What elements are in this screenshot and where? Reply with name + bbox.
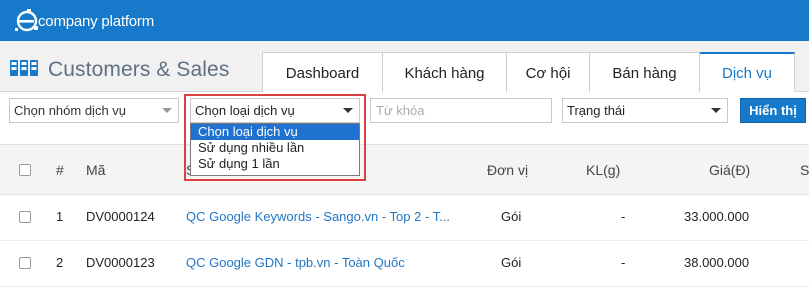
tab-ban-hang[interactable]: Bán hàng	[590, 52, 700, 93]
service-type-dropdown-list: Chọn loại dịch vụ Sử dụng nhiều lần Sử d…	[190, 123, 360, 176]
tab-dich-vu[interactable]: Dịch vụ	[700, 52, 795, 93]
table-row[interactable]: 2 DV0000123 QC Google GDN - tpb.vn - Toà…	[0, 241, 809, 287]
show-button[interactable]: Hiển thị	[740, 98, 806, 123]
dropdown-option[interactable]: Chọn loại dịch vụ	[191, 124, 359, 140]
tab-dashboard[interactable]: Dashboard	[262, 52, 383, 93]
service-group-select[interactable]: Chọn nhóm dịch vụ	[9, 98, 179, 123]
header-price[interactable]: Giá(Đ)	[709, 162, 750, 178]
dropdown-option[interactable]: Sử dụng 1 lần	[191, 156, 359, 172]
row-index: 2	[56, 255, 64, 270]
row-name-link[interactable]: QC Google Keywords - Sango.vn - Top 2 - …	[186, 209, 450, 224]
row-checkbox[interactable]	[19, 257, 31, 269]
chevron-down-icon	[162, 108, 172, 113]
row-price: 33.000.000	[684, 209, 750, 224]
header-extra[interactable]: S	[800, 162, 809, 178]
status-select[interactable]: Trạng thái	[562, 98, 728, 123]
services-table: # Mã S Đơn vị KL(g) Giá(Đ) S 1 DV0000124…	[0, 144, 809, 287]
chevron-down-icon	[343, 108, 353, 113]
chevron-down-icon	[711, 108, 721, 113]
service-type-select-value: Chọn loại dịch vụ	[195, 103, 295, 118]
logo-text: company platform	[38, 12, 155, 30]
module-title: Customers & Sales	[48, 58, 230, 81]
tab-co-hoi[interactable]: Cơ hội	[507, 52, 590, 93]
select-all-checkbox[interactable]	[19, 164, 31, 176]
row-weight: -	[621, 255, 626, 270]
row-name-link[interactable]: QC Google GDN - tpb.vn - Toàn Quốc	[186, 255, 405, 270]
row-weight: -	[621, 209, 626, 224]
header-unit[interactable]: Đơn vị	[487, 162, 528, 178]
status-select-value: Trạng thái	[567, 103, 626, 118]
tab-khach-hang[interactable]: Khách hàng	[383, 52, 507, 93]
module-tabs: Dashboard Khách hàng Cơ hội Bán hàng Dịc…	[262, 52, 795, 93]
table-header: # Mã S Đơn vị KL(g) Giá(Đ) S	[0, 144, 809, 195]
grid-apps-icon	[10, 60, 38, 76]
keyword-input[interactable]: Từ khóa	[370, 98, 552, 123]
dropdown-option[interactable]: Sử dụng nhiều lần	[191, 140, 359, 156]
row-unit: Gói	[501, 255, 522, 270]
service-group-select-value: Chọn nhóm dịch vụ	[14, 103, 127, 118]
keyword-placeholder: Từ khóa	[376, 103, 425, 118]
row-code: DV0000123	[86, 255, 155, 270]
e-logo-icon	[15, 9, 38, 32]
company-logo[interactable]: company platform	[14, 7, 154, 35]
filter-bar: Chọn nhóm dịch vụ Chọn loại dịch vụ Từ k…	[0, 92, 809, 132]
header-weight[interactable]: KL(g)	[586, 162, 620, 178]
row-code: DV0000124	[86, 209, 155, 224]
header-code[interactable]: Mã	[86, 162, 105, 178]
brand-bar: company platform	[0, 0, 809, 41]
row-price: 38.000.000	[684, 255, 750, 270]
service-type-select[interactable]: Chọn loại dịch vụ	[190, 98, 360, 123]
row-index: 1	[56, 209, 64, 224]
row-unit: Gói	[501, 209, 522, 224]
header-index: #	[56, 162, 64, 178]
module-header: Customers & Sales Dashboard Khách hàng C…	[0, 41, 809, 93]
table-row[interactable]: 1 DV0000124 QC Google Keywords - Sango.v…	[0, 195, 809, 241]
row-checkbox[interactable]	[19, 211, 31, 223]
